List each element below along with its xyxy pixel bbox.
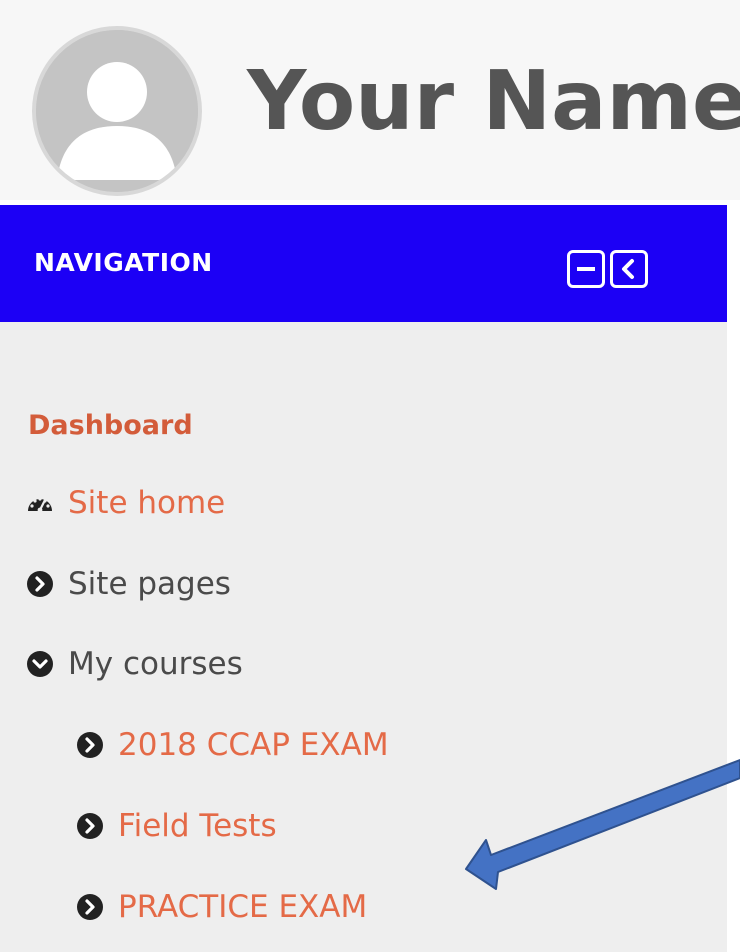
chevron-right-circle-icon xyxy=(26,570,54,598)
nav-item-label: Site home xyxy=(68,485,226,521)
page: Your Name NAVIGATION Dashboard Site home… xyxy=(0,0,740,952)
nav-item-label: Dashboard xyxy=(28,410,193,441)
navigation-block: NAVIGATION Dashboard Site home Site page… xyxy=(0,205,727,952)
nav-item-dashboard[interactable]: Dashboard xyxy=(28,406,193,446)
chevron-right-circle-icon xyxy=(76,731,104,759)
navigation-title: NAVIGATION xyxy=(34,248,213,277)
profile-header: Your Name xyxy=(0,0,740,200)
navigation-list: Dashboard Site home Site pages My course… xyxy=(0,322,727,952)
default-user-icon xyxy=(36,30,198,192)
nav-item-course-field-tests[interactable]: Field Tests xyxy=(76,806,277,846)
chevron-left-icon xyxy=(622,259,634,279)
nav-item-label: 2018 CCAP EXAM xyxy=(118,727,389,763)
nav-item-course-practice-exam[interactable]: PRACTICE EXAM xyxy=(76,887,367,927)
dock-block-button[interactable] xyxy=(610,250,648,288)
nav-item-site-home[interactable]: Site home xyxy=(26,483,225,523)
nav-item-label: Site pages xyxy=(68,566,231,602)
nav-item-label: PRACTICE EXAM xyxy=(118,889,368,925)
navigation-header: NAVIGATION xyxy=(0,205,727,322)
nav-item-label: My courses xyxy=(68,646,243,682)
nav-item-course-2018-ccap-exam[interactable]: 2018 CCAP EXAM xyxy=(76,725,389,765)
chevron-right-circle-icon xyxy=(76,893,104,921)
nav-item-my-courses[interactable]: My courses xyxy=(26,644,243,684)
page-edge xyxy=(727,205,740,952)
dashboard-icon xyxy=(26,489,54,517)
chevron-right-circle-icon xyxy=(76,812,104,840)
chevron-down-circle-icon xyxy=(26,650,54,678)
collapse-block-button[interactable] xyxy=(567,250,605,288)
user-avatar[interactable] xyxy=(32,26,202,196)
nav-item-label: Field Tests xyxy=(118,808,277,844)
user-name[interactable]: Your Name xyxy=(247,52,740,152)
nav-item-site-pages[interactable]: Site pages xyxy=(26,564,231,604)
minus-icon xyxy=(577,267,595,271)
